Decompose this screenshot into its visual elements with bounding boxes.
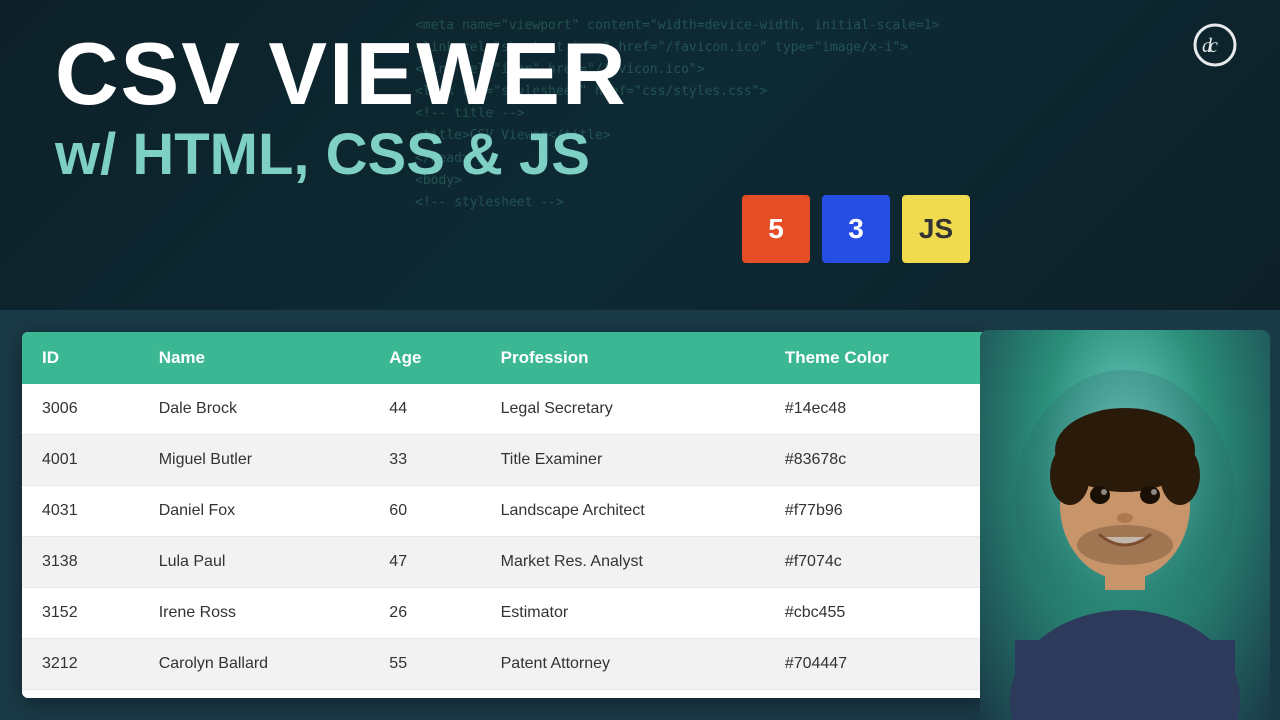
cell-age: 60 [369,486,480,537]
cell-name: Carolyn Ballard [139,639,370,690]
cell-age: 55 [369,639,480,690]
col-header-name: Name [139,332,370,384]
col-header-age: Age [369,332,480,384]
cell-name: Daniel Fox [139,486,370,537]
cell-profession: Title Examiner [481,435,765,486]
table-row: 3212Carolyn Ballard55Patent Attorney#704… [22,639,987,690]
cell-id: 3006 [22,384,139,435]
cell-id: 4001 [22,435,139,486]
cell-id: 4031 [22,486,139,537]
cell-age: 26 [369,588,480,639]
cell-color: #83678c [765,435,987,486]
cell-name: Lula Paul [139,537,370,588]
table-row: 3006Dale Brock44Legal Secretary#14ec48 [22,384,987,435]
table-row: 3152Irene Ross26Estimator#cbc455 [22,588,987,639]
js-icon: JS [902,195,970,263]
cell-color: #14ec48 [765,384,987,435]
cell-profession: Patent Attorney [481,639,765,690]
cell-profession: Market Res. Analyst [481,537,765,588]
person-svg [995,360,1255,720]
bottom-section: ID Name Age Profession Theme Color 3006D… [0,310,1280,720]
cell-age: 33 [369,435,480,486]
cell-color: #f77b96 [765,486,987,537]
tech-icons-group: 5 3 JS [742,195,970,263]
table-row: 4031Daniel Fox60Landscape Architect#f77b… [22,486,987,537]
cell-color: #f7074c [765,537,987,588]
main-title: CSV VIEWER [55,30,628,118]
cell-profession: Legal Secretary [481,384,765,435]
data-table: ID Name Age Profession Theme Color 3006D… [22,332,987,690]
cell-profession: Landscape Architect [481,486,765,537]
dc-logo: dc [1190,20,1250,79]
person-photo [980,330,1270,720]
cell-age: 44 [369,384,480,435]
cell-id: 3138 [22,537,139,588]
css3-icon: 3 [822,195,890,263]
cell-id: 3152 [22,588,139,639]
html5-icon: 5 [742,195,810,263]
cell-color: #cbc455 [765,588,987,639]
col-header-profession: Profession [481,332,765,384]
col-header-id: ID [22,332,139,384]
svg-text:dc: dc [1202,35,1218,57]
table-row: 3138Lula Paul47Market Res. Analyst#f7074… [22,537,987,588]
table-header-row: ID Name Age Profession Theme Color [22,332,987,384]
cell-name: Miguel Butler [139,435,370,486]
cell-name: Dale Brock [139,384,370,435]
banner-title-block: CSV VIEWER w/ HTML, CSS & JS [55,30,628,187]
cell-profession: Estimator [481,588,765,639]
cell-age: 47 [369,537,480,588]
cell-name: Irene Ross [139,588,370,639]
banner: <meta name="viewport" content="width=dev… [0,0,1280,310]
col-header-color: Theme Color [765,332,987,384]
subtitle: w/ HTML, CSS & JS [55,123,628,187]
cell-color: #704447 [765,639,987,690]
table-container: ID Name Age Profession Theme Color 3006D… [22,332,987,698]
cell-id: 3212 [22,639,139,690]
person-area [987,310,1280,720]
table-row: 4001Miguel Butler33Title Examiner#83678c [22,435,987,486]
